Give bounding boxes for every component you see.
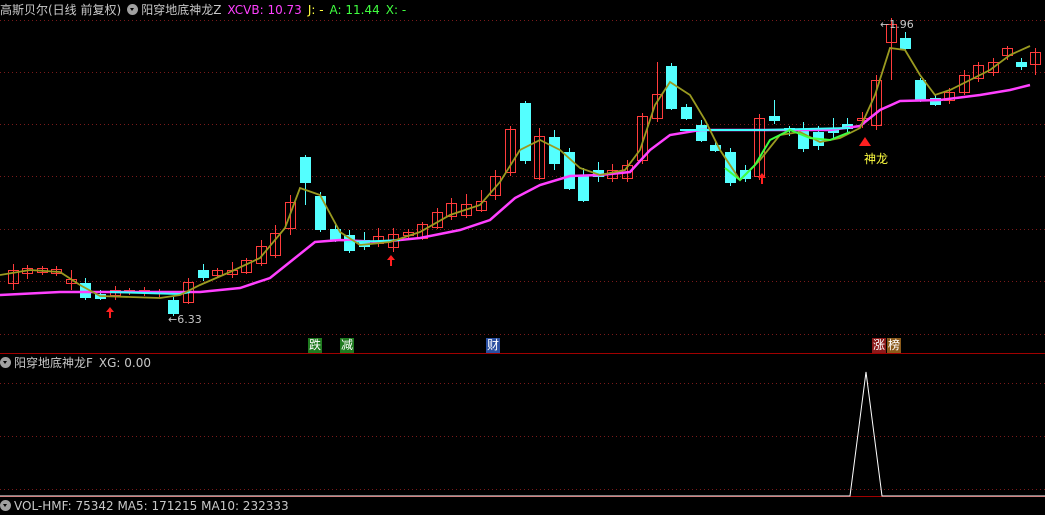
- candle-body: [696, 125, 707, 141]
- indicator-name[interactable]: 阳穿地底神龙Z: [141, 1, 221, 19]
- sub-indicator-name[interactable]: 阳穿地底神龙F: [14, 354, 93, 372]
- event-tag-zhang[interactable]: 涨: [872, 338, 887, 353]
- shenlong-triangle-icon: [859, 137, 871, 146]
- candle-body: [681, 107, 692, 119]
- low-price-label: ←6.33: [168, 313, 202, 326]
- buy-arrow-icon: [387, 255, 395, 266]
- collapse-icon[interactable]: [0, 500, 11, 511]
- candle-body: [578, 175, 589, 201]
- candle-body: [900, 38, 911, 49]
- candle-body: [769, 116, 780, 121]
- event-tag-die[interactable]: 跌: [308, 338, 323, 353]
- volume-values: VOL-HMF: 75342 MA5: 171215 MA10: 232333: [14, 499, 289, 513]
- volume-header: VOL-HMF: 75342 MA5: 171215 MA10: 232333: [0, 497, 295, 515]
- candle-body: [1016, 62, 1027, 67]
- event-tag-jian[interactable]: 减: [340, 338, 355, 353]
- ma-slow-line: [0, 83, 1031, 297]
- xg-value: XG: 0.00: [98, 356, 152, 370]
- main-chart-header: 高斯贝尔(日线 前复权) 阳穿地底神龙Z XCVB: 10.73 J: - A: 11.…: [0, 1, 412, 19]
- candle-body: [666, 66, 677, 109]
- price-chart-canvas[interactable]: [0, 0, 1045, 505]
- j-value: J: -: [307, 3, 324, 17]
- candle-body: [198, 270, 209, 278]
- shenlong-signal-label: 神龙: [864, 152, 889, 166]
- event-tag-cai[interactable]: 财: [486, 338, 501, 353]
- collapse-icon[interactable]: [127, 4, 139, 15]
- candle-body: [549, 137, 560, 164]
- buy-arrow-icon: [106, 307, 114, 318]
- candle-body: [520, 103, 531, 161]
- candle-body: [725, 152, 736, 183]
- stock-title[interactable]: 高斯贝尔(日线 前复权): [0, 1, 121, 19]
- collapse-icon[interactable]: [0, 357, 11, 368]
- candle-body: [300, 157, 311, 183]
- xcvb-value: XCVB: 10.73: [227, 3, 302, 17]
- sub-chart-header: 阳穿地底神龙F XG: 0.00: [0, 354, 157, 372]
- event-tag-bang[interactable]: 榜: [887, 338, 902, 353]
- x-value: X: -: [385, 3, 407, 17]
- a-value: A: 11.44: [329, 3, 380, 17]
- candle-body: [168, 300, 179, 314]
- xg-signal-line: [0, 371, 1045, 497]
- candle-body: [915, 80, 926, 101]
- high-price-label: ←1.96: [880, 18, 914, 31]
